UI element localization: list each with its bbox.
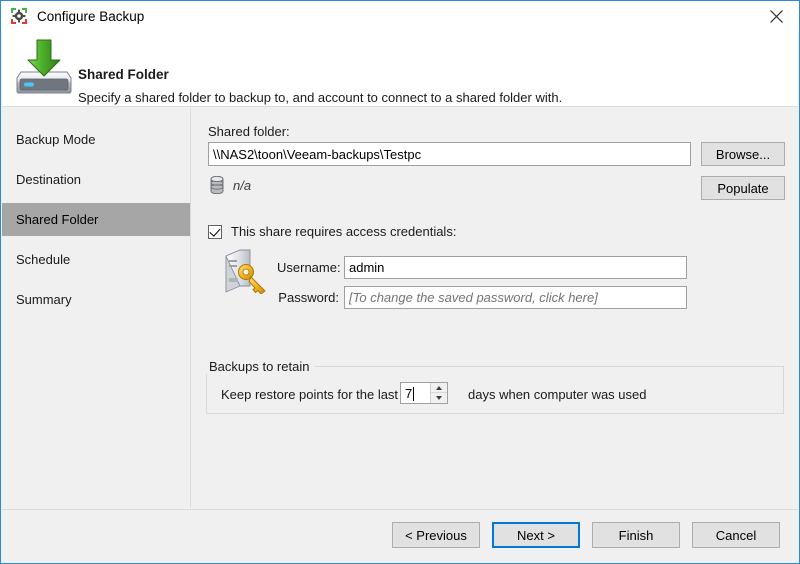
page-description: Specify a shared folder to backup to, an… [78, 90, 562, 105]
stepper-up-icon[interactable] [431, 383, 447, 393]
shared-folder-input[interactable] [208, 142, 691, 166]
sidebar-item-label: Shared Folder [16, 212, 98, 227]
populate-button[interactable]: Populate [701, 176, 785, 200]
password-label: Password: [277, 290, 339, 305]
sidebar-item-backup-mode[interactable]: Backup Mode [2, 123, 190, 156]
close-icon[interactable] [753, 1, 799, 31]
sidebar-item-label: Schedule [16, 252, 70, 267]
title-bar: Configure Backup [1, 1, 799, 31]
page-title: Shared Folder [78, 67, 169, 82]
spacer [2, 156, 190, 163]
spacer [2, 276, 190, 283]
retain-days-value: 7 [401, 386, 412, 401]
sidebar-item-label: Backup Mode [16, 132, 96, 147]
retain-days-stepper[interactable]: 7 [400, 382, 448, 404]
capacity-value: n/a [233, 178, 251, 193]
sidebar-item-label: Summary [16, 292, 72, 307]
credentials-checkbox-label: This share requires access credentials: [231, 224, 456, 239]
veeam-gear-icon [11, 8, 27, 24]
wizard-steps-sidebar: Backup Mode Destination Shared Folder Sc… [2, 108, 191, 508]
backups-to-retain-legend: Backups to retain [206, 359, 312, 374]
spacer [2, 196, 190, 203]
browse-button[interactable]: Browse... [701, 142, 785, 166]
username-label: Username: [277, 260, 339, 275]
previous-button[interactable]: < Previous [392, 522, 480, 548]
credentials-checkbox-row[interactable]: This share requires access credentials: [208, 224, 456, 239]
retain-suffix-label: days when computer was used [468, 387, 646, 402]
retain-prefix-label: Keep restore points for the last [221, 387, 398, 402]
sidebar-item-schedule[interactable]: Schedule [2, 243, 190, 276]
stepper-down-icon[interactable] [431, 393, 447, 403]
backup-drive-download-icon [13, 36, 75, 98]
configure-backup-dialog: Configure Backup [0, 0, 800, 564]
shared-folder-form: Shared folder: Browse... n/a Populate Th… [192, 108, 799, 508]
sidebar-item-shared-folder[interactable]: Shared Folder [2, 203, 190, 236]
sidebar-item-destination[interactable]: Destination [2, 163, 190, 196]
username-input[interactable] [344, 256, 687, 279]
stepper-buttons[interactable] [430, 383, 447, 403]
credentials-checkbox[interactable] [208, 225, 222, 239]
cancel-button[interactable]: Cancel [692, 522, 780, 548]
server-key-icon [218, 248, 270, 299]
footer-button-group: < Previous Next > Finish Cancel [392, 522, 780, 548]
window-title: Configure Backup [37, 9, 144, 24]
finish-button[interactable]: Finish [592, 522, 680, 548]
shared-folder-label: Shared folder: [208, 124, 290, 139]
sidebar-item-summary[interactable]: Summary [2, 283, 190, 316]
dialog-header: Shared Folder Specify a shared folder to… [2, 31, 798, 107]
next-button[interactable]: Next > [492, 522, 580, 548]
dialog-footer: < Previous Next > Finish Cancel [2, 509, 798, 563]
database-icon [209, 176, 225, 199]
sidebar-item-label: Destination [16, 172, 81, 187]
spacer [2, 236, 190, 243]
password-input[interactable] [344, 286, 687, 309]
